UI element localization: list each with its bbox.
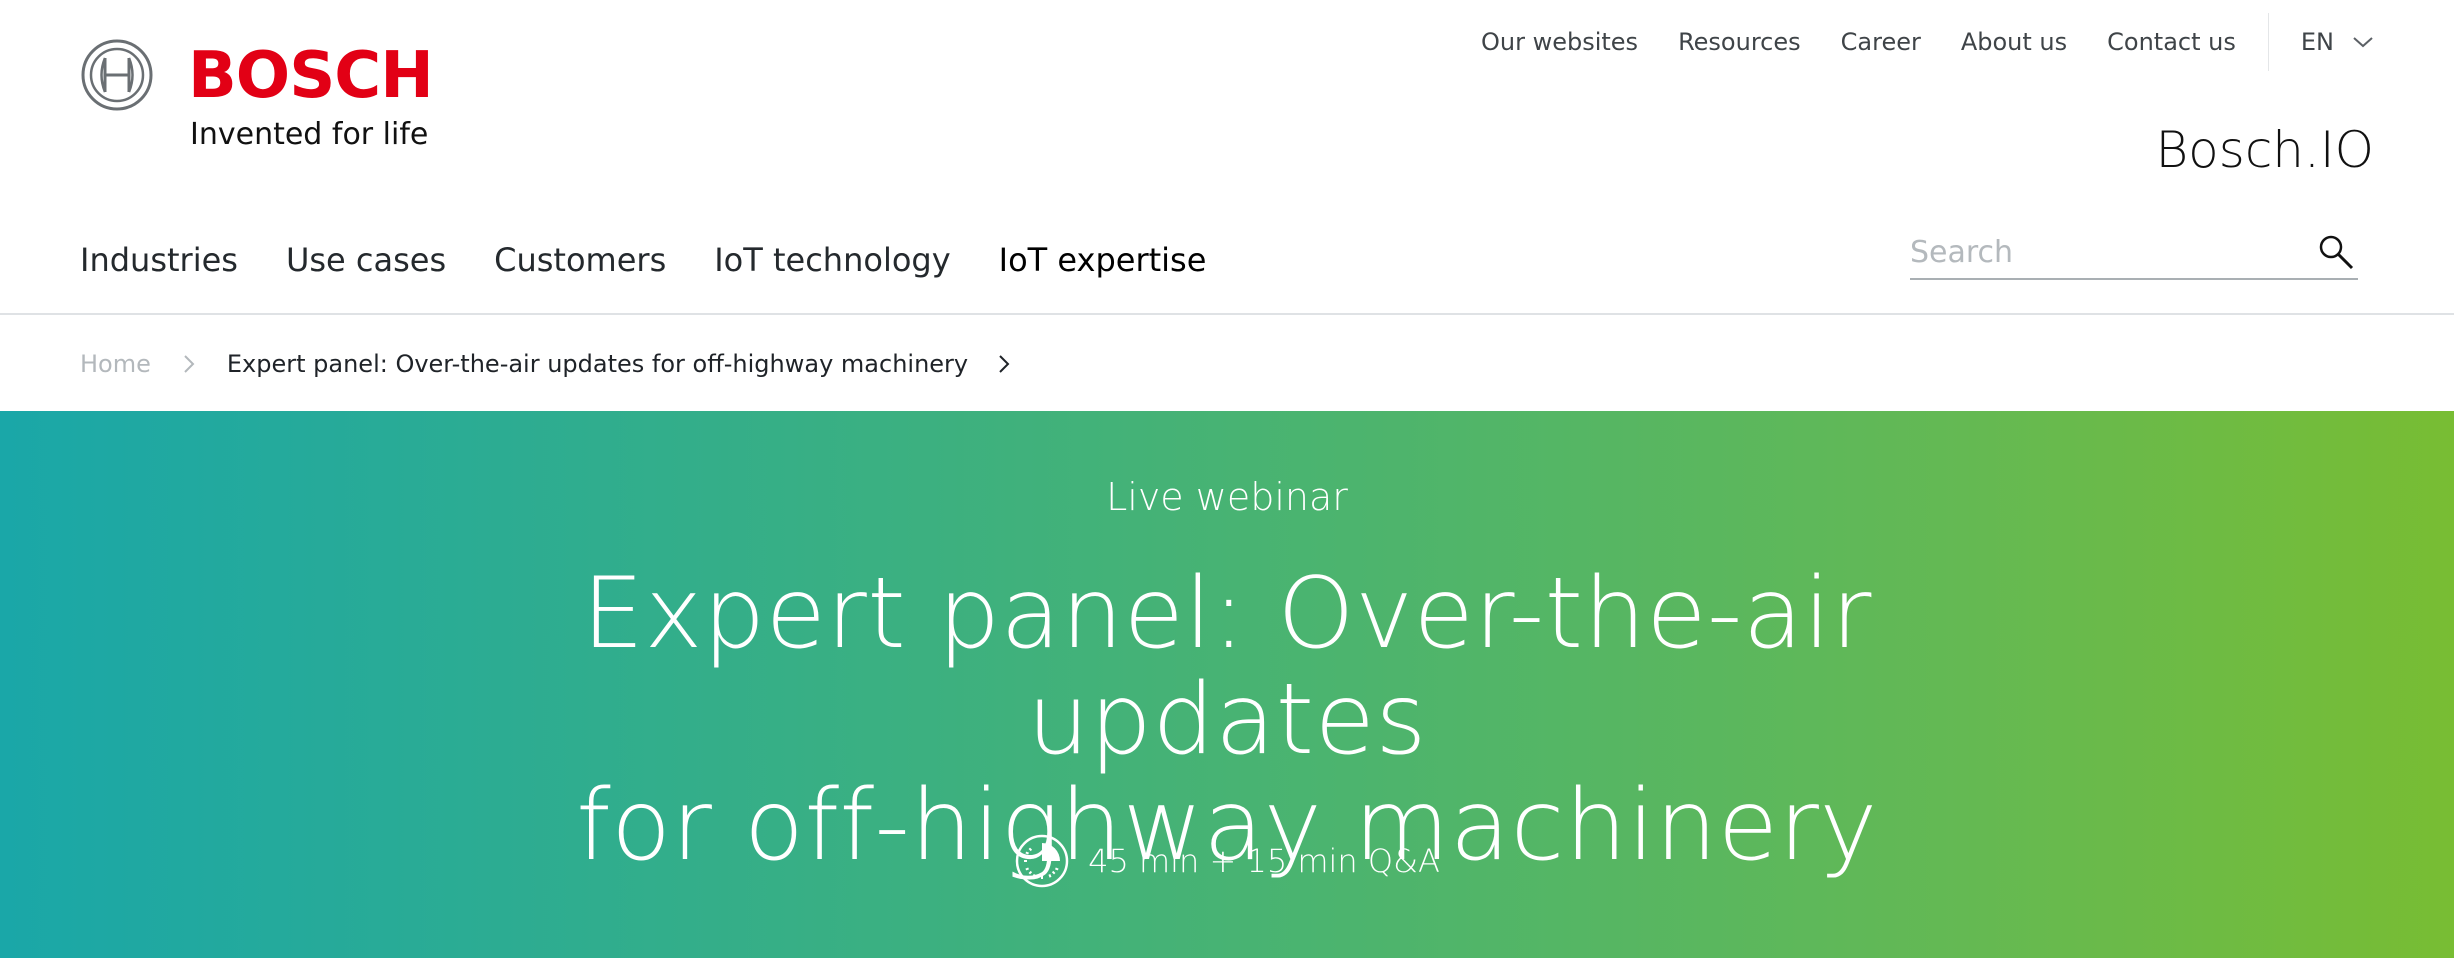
hero-title: Expert panel: Over-the-air updates for o… — [377, 561, 2077, 879]
language-label: EN — [2300, 28, 2334, 56]
nav-iot-expertise[interactable]: IoT expertise — [999, 232, 1207, 288]
chevron-down-icon — [2353, 37, 2373, 48]
nav-iot-technology[interactable]: IoT technology — [714, 232, 950, 288]
topnav-divider — [2267, 13, 2269, 71]
search-box — [1910, 226, 2358, 280]
hero-banner: Live webinar Expert panel: Over-the-air … — [0, 411, 2454, 958]
bosch-logo[interactable]: BOSCH Invented for life — [80, 38, 440, 158]
search-icon[interactable] — [2316, 232, 2356, 272]
logo-wordmark: BOSCH — [188, 39, 434, 113]
nav-use-cases[interactable]: Use cases — [286, 232, 446, 288]
breadcrumb: Home Expert panel: Over-the-air updates … — [0, 317, 2454, 411]
topnav-about-us[interactable]: About us — [1961, 22, 2067, 62]
main-navigation: Industries Use cases Customers IoT techn… — [80, 232, 1254, 288]
search-input[interactable] — [1910, 227, 2290, 277]
site-name[interactable]: Bosch.IO — [2155, 118, 2374, 182]
site-header: BOSCH Invented for life Our websites Res… — [0, 0, 2454, 315]
webinar-duration: 45 min + 15 min Q&A — [1088, 842, 1440, 880]
nav-customers[interactable]: Customers — [494, 232, 666, 288]
topnav-resources[interactable]: Resources — [1678, 22, 1801, 62]
topnav-contact-us[interactable]: Contact us — [2107, 22, 2236, 62]
nav-industries[interactable]: Industries — [80, 232, 238, 288]
topnav-career[interactable]: Career — [1841, 22, 1921, 62]
chevron-right-icon — [184, 355, 195, 373]
chevron-right-icon[interactable] — [998, 354, 1010, 374]
breadcrumb-home[interactable]: Home — [80, 344, 151, 384]
logo-tagline: Invented for life — [190, 117, 429, 152]
breadcrumb-current: Expert panel: Over-the-air updates for o… — [226, 350, 969, 378]
clock-icon — [1015, 834, 1069, 888]
bosch-armature-icon — [81, 39, 153, 111]
hero-title-line-1: Expert panel: Over-the-air updates — [582, 557, 1872, 777]
page: BOSCH Invented for life Our websites Res… — [0, 0, 2454, 958]
top-navigation: Our websites Resources Career About us C… — [1441, 13, 2374, 71]
hero-meta: 45 min + 15 min Q&A — [0, 833, 2454, 889]
language-selector[interactable]: EN — [2301, 22, 2374, 62]
topnav-our-websites[interactable]: Our websites — [1481, 22, 1638, 62]
hero-kicker: Live webinar — [1106, 475, 1348, 519]
